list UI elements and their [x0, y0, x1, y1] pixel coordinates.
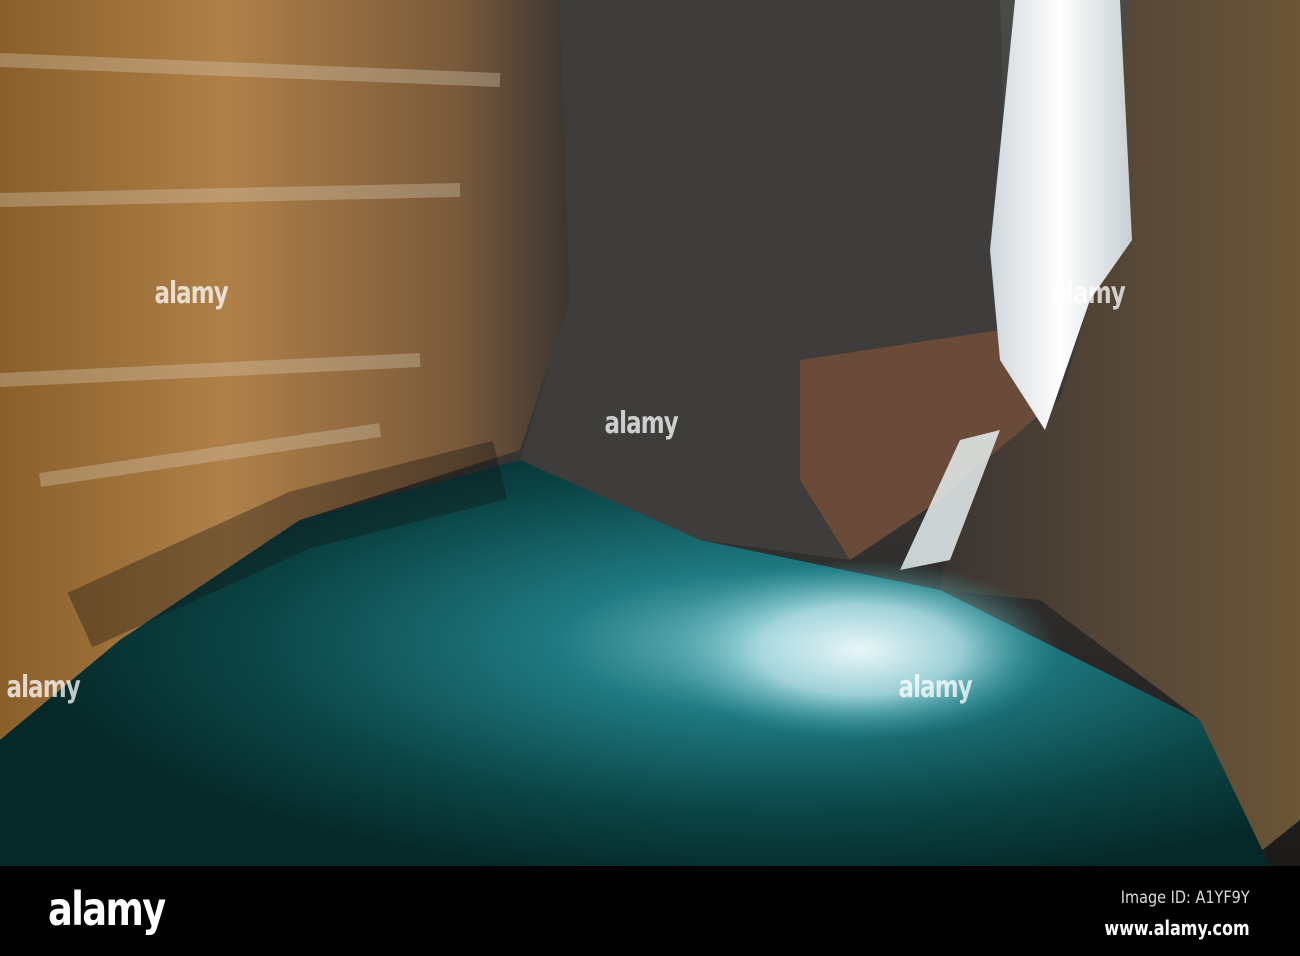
stock-photo-page: alamy alamy alamy alamy alamy alamy Imag… [0, 0, 1300, 956]
alamy-logo: alamy [48, 882, 166, 936]
waterfall-photo: alamy alamy alamy alamy alamy [0, 0, 1300, 866]
image-id: Image ID: A1YF9Y [1121, 888, 1250, 908]
watermark: alamy [898, 670, 972, 705]
footer-bar: alamy Image ID: A1YF9Y www.alamy.com [0, 866, 1300, 956]
watermark: alamy [604, 406, 678, 441]
site-url[interactable]: www.alamy.com [1105, 916, 1250, 940]
watermark: alamy [1051, 276, 1125, 311]
watermark: alamy [154, 276, 228, 311]
watermark: alamy [6, 670, 80, 705]
